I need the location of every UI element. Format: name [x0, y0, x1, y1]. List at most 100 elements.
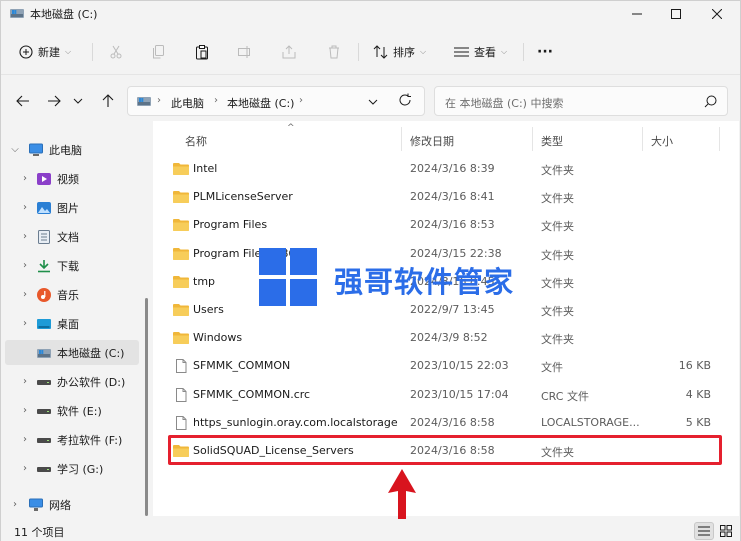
chevron-right-icon[interactable]: ›	[19, 289, 31, 300]
file-name: https_sunlogin.oray.com.localstorage	[193, 415, 398, 429]
chevron-right-icon[interactable]: ›	[19, 405, 31, 416]
details-view-button[interactable]	[694, 522, 714, 540]
share-button[interactable]	[282, 41, 296, 63]
forward-button[interactable]	[43, 91, 65, 111]
file-row[interactable]: SFMMK_COMMON 2023/10/15 22:03 文件 16 KB	[169, 353, 725, 379]
column-header-name[interactable]: 名称	[185, 133, 207, 149]
delete-button[interactable]	[327, 41, 341, 63]
file-name: SFMMK_COMMON	[193, 359, 291, 373]
sort-label: 排序	[393, 46, 415, 59]
rename-button[interactable]	[238, 41, 252, 63]
column-divider[interactable]	[642, 127, 643, 151]
address-dropdown-button[interactable]	[368, 96, 378, 109]
sidebar-item-drive-f[interactable]: › 考拉软件 (F:)	[5, 427, 139, 452]
music-icon	[37, 287, 51, 302]
sort-button[interactable]: 排序 ⌵	[373, 41, 426, 63]
sidebar-scrollbar[interactable]	[145, 298, 148, 516]
sidebar-item-pictures[interactable]: › 图片	[5, 195, 139, 220]
chevron-right-icon[interactable]: ›	[19, 376, 31, 387]
file-type: LOCALSTORAGE...	[541, 415, 640, 429]
recent-locations-button[interactable]	[67, 91, 89, 111]
chevron-right-icon[interactable]: ›	[19, 173, 31, 184]
command-bar: 新建 ⌵ 排序 ⌵ 查看 ⌵ ···	[1, 31, 740, 71]
status-bar: 11 个项目	[1, 519, 740, 541]
network-icon	[29, 498, 43, 511]
column-divider[interactable]	[719, 127, 720, 151]
more-button[interactable]: ···	[537, 41, 553, 63]
search-box[interactable]: 在 本地磁盘 (C:) 中搜索	[434, 86, 728, 116]
file-row[interactable]: Windows 2024/3/9 8:52 文件夹	[169, 325, 725, 351]
chevron-right-icon[interactable]: ›	[19, 231, 31, 242]
chevron-right-icon[interactable]: ›	[19, 434, 31, 445]
file-modified: 2024/3/15 22:38	[410, 246, 502, 260]
file-row[interactable]: Intel 2024/3/16 8:39 文件夹	[169, 156, 725, 182]
address-bar[interactable]: › 此电脑 › 本地磁盘 (C:) ›	[127, 86, 425, 116]
cut-button[interactable]	[109, 41, 123, 63]
separator	[358, 43, 359, 61]
up-button[interactable]	[97, 91, 119, 111]
file-icon	[176, 359, 187, 374]
chevron-right-icon[interactable]: ›	[19, 202, 31, 213]
file-row[interactable]: Program Files 2024/3/16 8:53 文件夹	[169, 212, 725, 238]
view-list-icon	[454, 47, 469, 57]
chevron-right-icon[interactable]: ›	[19, 318, 31, 329]
sidebar-item-drive-g[interactable]: › 学习 (G:)	[5, 456, 139, 481]
sidebar-item-label: 音乐	[57, 288, 79, 302]
item-count: 11 个项目	[14, 526, 65, 539]
file-name: Users	[193, 303, 224, 316]
arrow-left-icon	[16, 95, 29, 107]
view-label: 查看	[474, 46, 496, 59]
new-button[interactable]: 新建 ⌵	[19, 41, 71, 63]
sidebar-item-documents[interactable]: › 文档	[5, 224, 139, 249]
maximize-button[interactable]	[653, 1, 699, 26]
copy-button[interactable]	[152, 41, 166, 63]
file-modified: 2024/3/16 8:39	[410, 162, 495, 175]
chevron-right-icon[interactable]: ›	[9, 499, 21, 510]
search-icon	[704, 95, 717, 108]
chevron-down-icon[interactable]: ⌵	[9, 144, 21, 155]
sidebar-item-network[interactable]: › 网络	[5, 492, 139, 517]
breadcrumb-drive-c[interactable]: 本地磁盘 (C:)	[227, 95, 294, 111]
scissors-icon	[110, 45, 122, 59]
chevron-right-icon[interactable]: ›	[19, 260, 31, 271]
sidebar-item-drive-e[interactable]: › 软件 (E:)	[5, 398, 139, 423]
paste-button[interactable]	[195, 41, 209, 63]
column-header-modified[interactable]: 修改日期	[410, 133, 454, 149]
close-button[interactable]	[694, 1, 740, 26]
column-header-type[interactable]: 类型	[541, 133, 563, 149]
search-input[interactable]: 在 本地磁盘 (C:) 中搜索	[445, 95, 563, 111]
refresh-button[interactable]	[398, 93, 412, 110]
drive-icon	[37, 379, 51, 385]
sidebar-item-label: 图片	[57, 201, 79, 215]
sidebar-item-this-pc[interactable]: ⌵ 此电脑	[5, 137, 139, 162]
column-header-size[interactable]: 大小	[651, 133, 673, 149]
sidebar-item-videos[interactable]: › 视频	[5, 166, 139, 191]
maximize-icon	[671, 8, 681, 19]
file-type: 文件夹	[541, 220, 574, 234]
tiles-view-button[interactable]	[716, 522, 736, 540]
file-name: SFMMK_COMMON.crc	[193, 387, 311, 401]
column-divider[interactable]	[401, 127, 402, 151]
sidebar-item-downloads[interactable]: › 下载	[5, 253, 139, 278]
sidebar-item-drive-d[interactable]: › 办公软件 (D:)	[5, 369, 139, 394]
folder-icon	[173, 191, 189, 204]
column-divider[interactable]	[532, 127, 533, 151]
file-row[interactable]: https_sunlogin.oray.com.localstorage 2024…	[169, 410, 725, 436]
breadcrumb-chevron-icon: ›	[214, 95, 218, 106]
file-icon	[176, 415, 187, 430]
chevron-right-icon[interactable]: ›	[19, 463, 31, 474]
back-button[interactable]	[12, 91, 34, 111]
view-button[interactable]: 查看 ⌵	[454, 41, 507, 63]
file-row[interactable]: PLMLicenseServer 2024/3/16 8:41 文件夹	[169, 184, 725, 210]
folder-icon	[173, 304, 189, 316]
sidebar-item-desktop[interactable]: › 桌面	[5, 311, 139, 336]
copy-icon	[153, 45, 164, 59]
breadcrumb-this-pc[interactable]: 此电脑	[171, 95, 204, 111]
sidebar-item-label: 桌面	[57, 317, 79, 331]
sidebar-item-music[interactable]: › 音乐	[5, 282, 139, 307]
sidebar-item-drive-c[interactable]: 本地磁盘 (C:)	[5, 340, 139, 365]
file-row[interactable]: SFMMK_COMMON.crc 2023/10/15 17:04 CRC 文件 4 …	[169, 382, 725, 408]
separator	[92, 43, 93, 61]
separator	[523, 43, 524, 61]
rename-icon	[238, 46, 250, 58]
